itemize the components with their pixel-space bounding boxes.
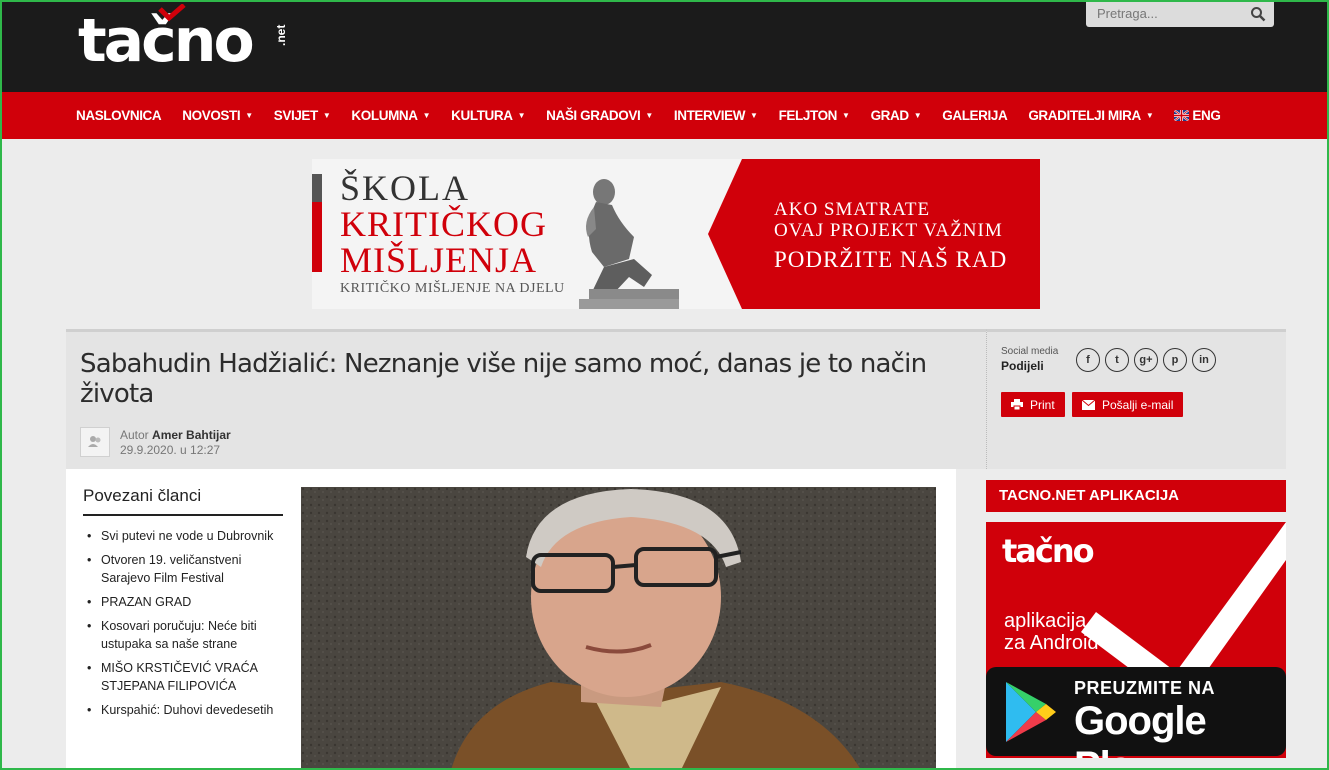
banner-subline: KRITIČKO MIŠLJENJE NA DJELU bbox=[340, 281, 565, 296]
related-list-item[interactable]: Otvoren 19. veličanstveni Sarajevo Film … bbox=[83, 551, 293, 587]
nav-item[interactable]: KOLUMNA ▼ bbox=[351, 108, 430, 123]
nav-item[interactable]: FELJTON ▼ bbox=[779, 108, 850, 123]
chevron-down-icon: ▼ bbox=[913, 111, 922, 120]
nav-lang-label: ENG bbox=[1192, 108, 1221, 123]
chevron-down-icon: ▼ bbox=[322, 111, 331, 120]
nav-item[interactable]: INTERVIEW ▼ bbox=[674, 108, 758, 123]
user-icon bbox=[88, 436, 101, 447]
nav-item[interactable]: NOVOSTI ▼ bbox=[182, 108, 253, 123]
printer-icon bbox=[1011, 399, 1023, 410]
uk-flag-icon bbox=[1174, 110, 1190, 121]
nav-item-label: GRADITELJI MIRA bbox=[1028, 108, 1141, 123]
nav-item-label: KOLUMNA bbox=[351, 108, 418, 123]
related-list-item[interactable]: MIŠO KRSTIČEVIĆ VRAĆA STJEPANA FILIPOVIĆ… bbox=[83, 659, 293, 695]
related-list-item[interactable]: PRAZAN GRAD bbox=[83, 593, 293, 611]
social-media-label: Social media bbox=[1001, 346, 1059, 357]
google-play-button[interactable]: PREUZMITE NA Google Play bbox=[986, 667, 1286, 758]
email-button[interactable]: Pošalji e-mail bbox=[1072, 392, 1184, 417]
banner-line3: MIŠLJENJA bbox=[340, 240, 538, 280]
main-nav: NASLOVNICA NOVOSTI ▼ SVIJET ▼ KOLUMNA ▼ KULTURA… bbox=[2, 92, 1327, 139]
nav-item-label: NASLOVNICA bbox=[76, 108, 162, 123]
nav-items: NASLOVNICA NOVOSTI ▼ SVIJET ▼ KOLUMNA ▼ KULTURA… bbox=[76, 92, 1241, 139]
google-play-icon bbox=[1006, 682, 1056, 742]
google-plus-icon[interactable]: g+ bbox=[1134, 348, 1158, 372]
nav-item-label: FELJTON bbox=[778, 108, 838, 123]
nav-item[interactable]: GALERIJA bbox=[942, 108, 1007, 123]
banner-cta-line2: OVAJ PROJEKT VAŽNIM bbox=[774, 220, 1003, 241]
nav-item[interactable]: NASLOVNICA bbox=[76, 108, 162, 123]
related-title: Povezani članci bbox=[83, 486, 202, 505]
nav-item-label: KULTURA bbox=[451, 108, 513, 123]
author-avatar bbox=[80, 427, 110, 457]
related-list: Svi putevi ne vode u Dubrovnik Otvoren 19… bbox=[83, 527, 293, 725]
search-icon[interactable] bbox=[1250, 6, 1266, 22]
related-list-item[interactable]: Kosovari poručuju: Neće biti ustupaka sa… bbox=[83, 617, 293, 653]
android-app-ad[interactable]: tačno aplikacija za Android PREUZMITE NA… bbox=[986, 522, 1286, 758]
chevron-down-icon: ▼ bbox=[645, 111, 653, 120]
google-play-line2: Google Play bbox=[1074, 699, 1207, 758]
linkedin-icon[interactable]: in bbox=[1192, 348, 1216, 372]
article-title: Sabahudin Hadžialić: Neznanje više nije … bbox=[80, 349, 927, 409]
nav-item[interactable]: KULTURA ▼ bbox=[451, 108, 525, 123]
banner-accent-bar-top bbox=[312, 174, 322, 202]
envelope-icon bbox=[1082, 399, 1095, 410]
ad-banner[interactable]: ŠKOLA KRITIČKOG MIŠLJENJA KRITIČKO MIŠLJ… bbox=[312, 159, 1040, 309]
related-list-item[interactable]: Kurspahić: Duhovi devedesetih bbox=[83, 701, 293, 719]
portrait-photo bbox=[301, 487, 936, 770]
logo-check-icon bbox=[158, 4, 186, 22]
google-play-line1: PREUZMITE NA bbox=[1074, 678, 1215, 698]
chevron-down-icon: ▼ bbox=[842, 111, 850, 120]
article-photo bbox=[301, 487, 936, 770]
chevron-down-icon: ▼ bbox=[517, 111, 526, 120]
thinker-statue-icon bbox=[579, 179, 679, 309]
chevron-down-icon: ▼ bbox=[1145, 111, 1154, 120]
share-label: Podijeli bbox=[1001, 359, 1044, 373]
nav-item[interactable]: SVIJET ▼ bbox=[274, 108, 331, 123]
app-text-line1: aplikacija bbox=[1004, 610, 1087, 632]
author-name[interactable]: Amer Bahtijar bbox=[152, 428, 231, 442]
chevron-down-icon: ▼ bbox=[750, 111, 758, 120]
search-input[interactable] bbox=[1097, 6, 1247, 21]
twitter-icon[interactable]: t bbox=[1105, 348, 1129, 372]
nav-item-label: GRAD bbox=[870, 108, 910, 123]
print-button[interactable]: Print bbox=[1001, 392, 1065, 417]
author-line: Autor Amer Bahtijar bbox=[120, 428, 231, 442]
article-date: 29.9.2020. u 12:27 bbox=[120, 443, 221, 457]
social-icons: f t g+ p in bbox=[1076, 348, 1221, 372]
author-prefix: Autor bbox=[120, 428, 149, 442]
nav-item-label: INTERVIEW bbox=[673, 108, 746, 123]
search-box bbox=[1086, 2, 1274, 27]
nav-item-label: GALERIJA bbox=[942, 108, 1008, 123]
nav-item-label: NAŠI GRADOVI bbox=[546, 108, 641, 123]
article-header: Sabahudin Hadžialić: Neznanje više nije … bbox=[66, 329, 986, 469]
chevron-down-icon: ▼ bbox=[422, 111, 431, 120]
app-section-heading: TACNO.NET APLIKACIJA bbox=[986, 480, 1286, 512]
logo-suffix: .net bbox=[274, 24, 288, 46]
app-text-line2: za Android bbox=[1004, 632, 1099, 654]
nav-item-language[interactable]: ENG bbox=[1174, 108, 1221, 123]
site-logo[interactable]: tačno .net bbox=[78, 4, 298, 76]
email-label: Pošalji e-mail bbox=[1102, 397, 1174, 412]
nav-item[interactable]: NAŠI GRADOVI ▼ bbox=[546, 108, 653, 123]
banner-cta-line3: PODRŽITE NAŠ RAD bbox=[774, 247, 1008, 272]
facebook-icon[interactable]: f bbox=[1076, 348, 1100, 372]
banner-cta-line1: AKO SMATRATE bbox=[774, 199, 931, 220]
pinterest-icon[interactable]: p bbox=[1163, 348, 1187, 372]
site-header: tačno .net bbox=[2, 2, 1327, 92]
nav-item[interactable]: GRAD ▼ bbox=[871, 108, 922, 123]
chevron-down-icon: ▼ bbox=[245, 111, 253, 120]
nav-item-label: SVIJET bbox=[273, 108, 319, 123]
nav-item[interactable]: GRADITELJI MIRA ▼ bbox=[1028, 108, 1153, 123]
related-list-item[interactable]: Svi putevi ne vode u Dubrovnik bbox=[83, 527, 293, 545]
app-logo: tačno bbox=[1002, 532, 1095, 570]
print-label: Print bbox=[1030, 397, 1055, 412]
share-panel: Social media Podijeli f t g+ p in Print … bbox=[986, 329, 1286, 469]
related-divider bbox=[83, 514, 283, 516]
nav-item-label: NOVOSTI bbox=[182, 108, 241, 123]
